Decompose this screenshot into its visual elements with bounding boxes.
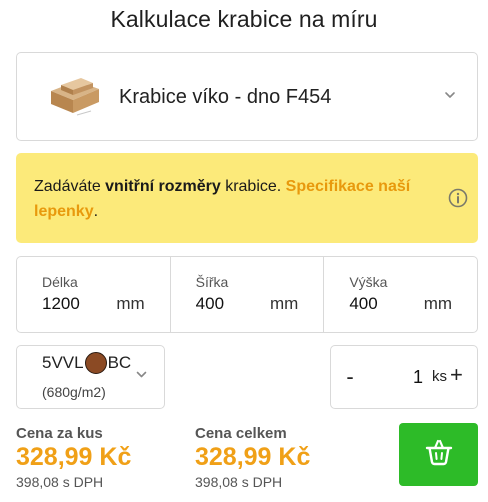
material-weight: (680g/m2) [42, 384, 106, 400]
width-field[interactable]: Šířka 400 mm [171, 257, 325, 332]
page-title: Kalkulace krabice na míru [110, 6, 378, 32]
height-label: Výška [349, 274, 388, 290]
material-code-right: BC [107, 353, 132, 372]
material-code: 5VVL BC [42, 352, 131, 374]
length-input[interactable]: 1200 [42, 294, 80, 314]
price-per-piece-label: Cena za kus [16, 425, 103, 442]
price-per-piece-value: 328,99 Kč [16, 443, 132, 471]
length-label: Délka [42, 274, 78, 290]
quantity-input[interactable]: 1 [393, 367, 423, 388]
length-unit: mm [116, 294, 145, 313]
width-unit: mm [270, 294, 299, 313]
quantity-unit: ks [432, 368, 447, 385]
increment-button[interactable]: + [450, 362, 463, 388]
quantity-stepper[interactable]: - 1 ks + [330, 345, 478, 409]
price-per-piece-vat: 398,08 s DPH [16, 474, 104, 490]
product-dropdown[interactable]: Krabice víko - dno F454 [16, 52, 478, 141]
add-to-cart-button[interactable] [399, 423, 478, 486]
info-suffix: . [93, 203, 99, 220]
price-total: Cena celkem 328,99 Kč 398,08 s DPH [195, 425, 310, 490]
product-name: Krabice víko - dno F454 [119, 86, 332, 108]
width-input[interactable]: 400 [196, 294, 224, 314]
width-label: Šířka [195, 274, 229, 290]
info-prefix: Zadáváte [34, 178, 106, 195]
box-icon [51, 78, 99, 116]
dimensions-group: Délka 1200 mm Šířka 400 mm Výška 400 mm [16, 256, 478, 333]
material-color-swatch [84, 352, 107, 374]
price-total-label: Cena celkem [195, 425, 287, 442]
info-text: Zadáváte vnitřní rozměry krabice. Specif… [34, 174, 424, 224]
info-bold: vnitřní rozměry [105, 178, 221, 195]
material-code-left: 5VVL [42, 353, 84, 372]
material-dropdown[interactable]: 5VVL BC (680g/m2) [16, 345, 165, 409]
price-total-vat: 398,08 s DPH [195, 474, 283, 490]
chevron-down-icon[interactable] [443, 88, 457, 102]
decrement-button[interactable]: - [343, 364, 357, 390]
length-field[interactable]: Délka 1200 mm [17, 257, 171, 332]
info-icon[interactable] [448, 188, 468, 208]
info-middle: krabice. [220, 178, 286, 195]
chevron-down-icon[interactable] [135, 368, 148, 381]
price-total-value: 328,99 Kč [195, 443, 311, 471]
price-per-piece: Cena za kus 328,99 Kč 398,08 s DPH [16, 425, 131, 490]
height-field[interactable]: Výška 400 mm [324, 257, 477, 332]
info-notice: Zadáváte vnitřní rozměry krabice. Specif… [16, 153, 478, 243]
height-input[interactable]: 400 [349, 294, 377, 314]
height-unit: mm [423, 294, 453, 313]
basket-icon [425, 439, 453, 466]
